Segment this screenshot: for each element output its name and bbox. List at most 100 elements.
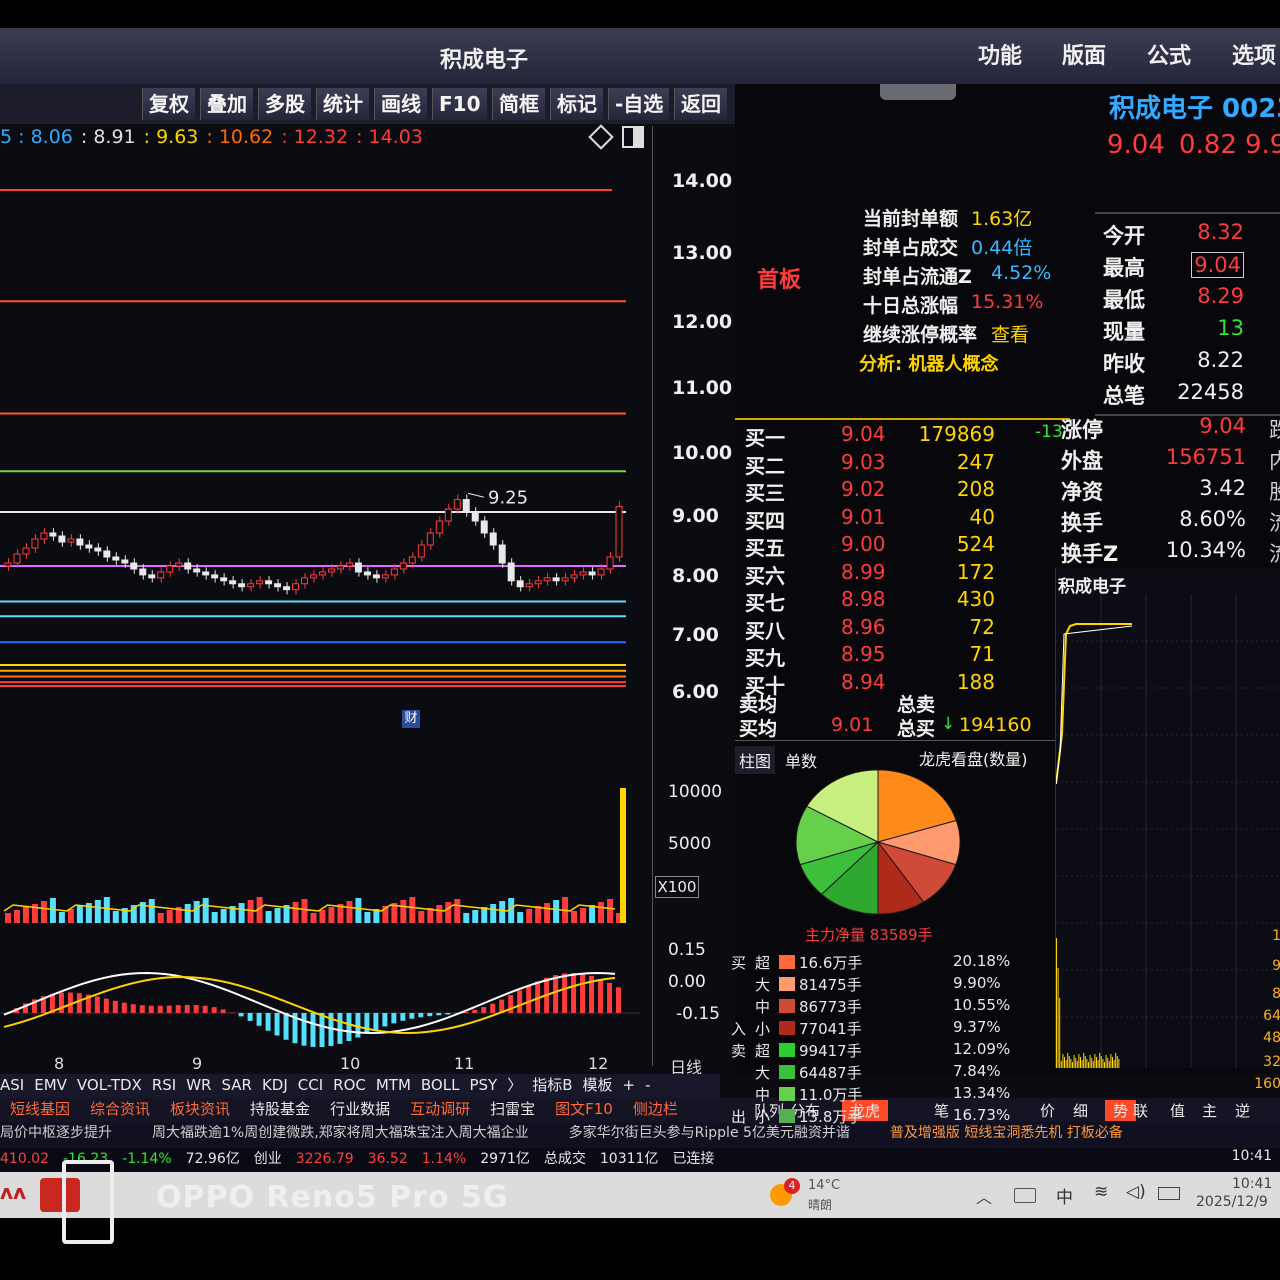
ime-indicator[interactable]: 中 [1056,1183,1073,1208]
tab-bar-chart[interactable]: 柱图 [735,746,776,774]
index-value: 总成交 [543,1151,586,1167]
bid-volume: 247 [956,449,995,474]
seal-value[interactable]: 查看 [991,320,1029,347]
taskbar-time[interactable]: 10:41 [1232,1176,1272,1192]
bid-row[interactable]: 买九 8.95 71 [745,642,1065,670]
candle-body [202,571,210,576]
bid-volume: 208 [956,477,995,501]
indicator-tab[interactable]: PSY [469,1076,497,1094]
draw-line-button[interactable]: 画线 [374,88,427,120]
function-tab[interactable]: 扫雷宝 [490,1100,535,1118]
panel-tab[interactable]: 价 [1040,1100,1055,1121]
bid-row[interactable]: 买六 8.99 172 [745,560,1065,588]
menu-layout[interactable]: 版面 [1062,38,1106,70]
function-tab[interactable]: 互动调研 [410,1100,470,1118]
back-button[interactable]: 返回 [674,88,727,120]
indicator-tab[interactable]: - [645,1076,650,1094]
bid-row[interactable]: 买七 8.98 430 [745,587,1065,615]
indicator-tab[interactable]: 模板 [583,1076,613,1094]
analysis-text[interactable]: 分析: 机器人概念 [859,350,998,376]
mini-volume-bar [1073,1055,1075,1068]
multi-stock-button[interactable]: 多股 [258,88,311,120]
panel-toggle-icon[interactable] [622,126,644,148]
indicator-tab[interactable]: KDJ [262,1076,288,1094]
mark-button[interactable]: 标记 [550,88,603,120]
kline-chart[interactable]: 9.25 [0,156,652,736]
indicator-tab[interactable]: 指标B [532,1076,572,1094]
bid-row[interactable]: 买八 8.96 72 [745,615,1065,643]
mini-volume-bar [1070,1059,1072,1068]
indicator-tab[interactable]: MTM [376,1076,411,1094]
panel-tab[interactable]: 势 [1105,1100,1137,1121]
high-marker: 9.25 [488,487,528,508]
function-tab[interactable]: 行业数据 [330,1100,390,1118]
candle-body [570,574,578,579]
indicator-tab[interactable]: SAR [221,1076,251,1094]
app-icon-trading[interactable]: ʌʌ [0,1180,26,1210]
panel-tab[interactable]: 逆 [1235,1100,1250,1121]
chevron-up-icon[interactable]: ︿ [976,1184,992,1208]
news-item[interactable]: 周大福跌逾1%周创建微跌,郑家将周大福珠宝注入周大福企业 [152,1125,529,1141]
f10-button[interactable]: F10 [432,88,487,120]
function-tab[interactable]: 侧边栏 [633,1100,678,1118]
simple-frame-button[interactable]: 简框 [492,88,545,120]
quote-label: 今开 [1103,224,1145,248]
capital-pie-chart[interactable] [783,762,973,922]
candle-body [507,562,515,582]
overlay-button[interactable]: 叠加 [200,88,253,120]
bid-row[interactable]: 买三 9.02 208 [745,477,1065,505]
finance-badge[interactable]: 财 [402,710,420,728]
indicator-tab[interactable]: ROC [333,1076,366,1094]
collapse-handle[interactable] [880,84,956,100]
panel-tab[interactable]: 细 [1073,1100,1088,1121]
flow-color-swatch [779,999,795,1013]
indicator-tab[interactable]: VOL-TDX [77,1076,142,1094]
news-item[interactable]: 局价中枢逐步提升 [0,1125,112,1141]
bid-row[interactable]: 买五 9.00 524 [745,532,1065,560]
flow-pct: 7.84% [953,1062,1001,1080]
diamond-icon[interactable] [588,124,614,150]
indicator-tab[interactable]: EMV [34,1076,67,1094]
bid-row[interactable]: 买二 9.03 247 [745,449,1065,478]
flow-size: 大 [755,1064,771,1082]
restore-rights-button[interactable]: 复权 [142,88,195,120]
wifi-icon[interactable]: ≋ [1094,1182,1108,1202]
intraday-mini-chart[interactable]: 积成电子 1 9 8 64 48 32 160 [1055,568,1280,1092]
flow-qty: 81475手 [799,976,862,994]
indicator-tab[interactable]: + [623,1076,636,1094]
indicator-tab[interactable]: RSI [152,1076,176,1094]
panel-tab[interactable]: 主 [1202,1100,1217,1121]
flow-size: 超 [755,954,771,972]
function-tab[interactable]: 板块资讯 [170,1100,230,1118]
bid-label: 买九 [745,646,785,670]
indicator-tab[interactable]: BOLL [421,1076,460,1094]
macd-bar [472,1009,478,1013]
mini-volume-bar [1112,1057,1113,1068]
function-tab[interactable]: 持股基金 [250,1100,310,1118]
statistics-button[interactable]: 统计 [316,88,369,120]
macd-chart[interactable] [0,923,652,1068]
volume-bar [292,902,299,923]
indicator-tab[interactable]: 〉 [507,1076,522,1094]
bid-row[interactable]: 买四 9.01 40 [745,505,1065,533]
function-tab[interactable]: 图文F10 [555,1100,613,1118]
indicator-tab[interactable]: CCI [298,1076,323,1094]
panel-tab[interactable]: 值 [1170,1100,1185,1121]
volume-bar [328,907,335,923]
keyboard-icon[interactable] [1014,1188,1036,1203]
menu-formula[interactable]: 公式 [1147,38,1191,70]
battery-icon[interactable] [1158,1187,1180,1200]
volume-icon[interactable]: ◁) [1126,1182,1146,1202]
mini-volume-bar [1081,1060,1083,1068]
menu-options[interactable]: 选项 [1232,38,1276,70]
bid-row[interactable]: 买一 9.04 179869 -13 [745,422,1065,450]
panel-tab[interactable]: 联 [1133,1100,1148,1121]
function-tab[interactable]: 综合资讯 [90,1100,150,1118]
indicator-tab[interactable]: ASI [0,1076,24,1094]
remove-watchlist-button[interactable]: -自选 [608,88,670,120]
volume-chart[interactable] [0,733,652,923]
taskbar-date[interactable]: 2025/12/9 [1196,1194,1268,1210]
menu-function[interactable]: 功能 [978,38,1022,70]
function-tab[interactable]: 短线基因 [10,1100,70,1118]
indicator-tab[interactable]: WR [186,1076,211,1094]
